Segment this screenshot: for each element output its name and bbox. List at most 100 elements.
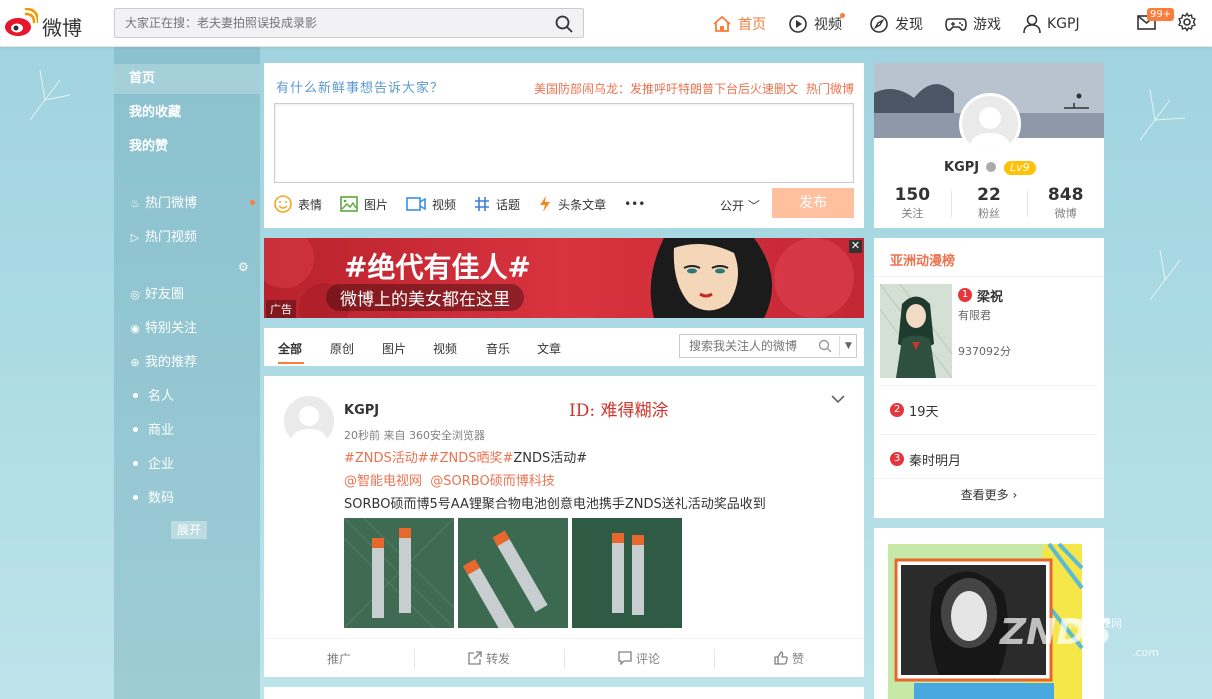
stat-followers[interactable]: 22 粉丝 [950,185,1028,221]
nav-user[interactable]: KGPJ [1023,14,1080,34]
divider [880,434,1098,435]
sidebar-item-special[interactable]: ◉ 特别关注 [114,314,260,344]
lightning-icon [540,196,551,212]
feed-search-input[interactable] [680,335,810,357]
chevron-down-icon[interactable] [831,394,845,404]
sidebar-item-likes[interactable]: 我的赞 [114,132,260,162]
topic-tool[interactable]: 话题 [474,196,520,213]
nav-home[interactable]: 首页 [712,14,766,34]
nav-game[interactable]: 游戏 [945,14,1001,34]
sidebar-item-hot-video[interactable]: ▷ 热门视频 [114,223,260,253]
profile-name[interactable]: KGPJ [944,160,979,175]
action-label: 评论 [635,651,660,666]
nav-discover-label: 发现 [895,16,923,33]
divider [880,385,1098,386]
post-image[interactable] [572,518,682,628]
comment-button[interactable]: 评论 [564,639,714,677]
sidebar-item-business[interactable]: 商业 [114,416,260,446]
level-badge: Lv9 [1004,161,1036,175]
smiley-icon [274,195,292,213]
sidebar-item-hot-weibo[interactable]: ♨ 热门微博 [114,189,260,219]
post-image-grid [344,518,686,628]
woman-illustration-icon [650,238,854,318]
ranking-item-name[interactable]: 梁祝 [977,286,1003,305]
hot-news-link[interactable]: 美国防部闹乌龙：发推呼吁特朗普下台后火速删文 [534,82,798,96]
visibility-select[interactable]: 公开 ﹀ [720,197,760,214]
play-icon: ▷ [130,231,140,244]
sidebar-item-friends[interactable]: ◎ 好友圈 [114,280,260,310]
dropdown-arrow-icon[interactable]: ▼ [839,336,857,356]
next-feed-card [264,687,864,699]
sidebar-item-digital[interactable]: 数码 [114,484,260,514]
avatar[interactable] [284,396,334,446]
battery-photo-icon [458,518,568,628]
ranking-item-name[interactable]: 19天 [909,401,939,420]
sidebar-label: 特别关注 [145,321,198,336]
robot-badge-icon [986,162,996,172]
ranking-title[interactable]: 亚洲动漫榜 [890,250,955,269]
stat-number: 848 [1047,185,1084,205]
default-avatar-icon [962,96,1018,152]
video-tool[interactable]: 视频 [406,196,456,213]
close-icon[interactable]: ✕ [849,240,862,253]
weibo-eye-icon [5,8,38,36]
post-image[interactable] [344,518,454,628]
avatar[interactable] [959,93,1021,155]
tab-all[interactable]: 全部 [278,340,302,357]
chevron-right-icon: › [1012,488,1018,502]
sidebar-item-favorites[interactable]: 我的收藏 [114,98,260,128]
image-tool[interactable]: 图片 [340,196,388,213]
tab-videos[interactable]: 视频 [433,340,457,357]
post-author[interactable]: KGPJ [344,403,379,418]
bullet-icon [133,461,138,466]
ad-subtitle: 微博上的美女都在这里 [326,284,524,311]
battery-photo-icon [344,518,454,628]
expand-button[interactable]: 展开 [171,521,207,539]
weibo-logo[interactable]: 微博 [4,6,104,40]
stat-following[interactable]: 150 关注 [874,185,951,221]
hot-weibo-link[interactable]: 热门微博 [806,82,854,96]
stat-posts[interactable]: 848 微博 [1027,185,1104,221]
emoji-tool[interactable]: 表情 [274,195,322,213]
visibility-label: 公开 [720,199,745,213]
tab-original[interactable]: 原创 [330,340,354,357]
sidebar-item-home[interactable]: 首页 [114,64,260,94]
nav-discover[interactable]: 发现 [869,14,923,34]
search-box [114,8,584,38]
publish-button[interactable]: 发布 [772,188,854,218]
hashtag-icon [475,197,490,211]
settings-button[interactable] [1177,12,1197,35]
mention-link[interactable]: @智能电视网 [344,474,422,489]
anime-girl-icon [880,284,952,378]
tab-images[interactable]: 图片 [382,340,406,357]
ranking-item-name[interactable]: 秦时明月 [909,450,961,469]
mention-link[interactable]: @SORBO硕而博科技 [430,474,554,489]
more-tools-button[interactable]: ••• [624,197,645,211]
composer-title: 有什么新鲜事想告诉大家？ [276,81,445,96]
repost-button[interactable]: 转发 [414,639,564,677]
tab-articles[interactable]: 文章 [537,340,561,357]
search-icon[interactable] [818,339,832,353]
stat-number: 22 [977,185,1001,205]
sidebar-item-recommend[interactable]: ⊕ 我的推荐 [114,348,260,378]
ranking-cover-image[interactable] [880,284,952,378]
search-input[interactable] [115,9,535,37]
post-image[interactable] [458,518,568,628]
ad-banner[interactable]: #绝代有佳人# 微博上的美女都在这里 广告 ✕ [264,238,864,318]
search-icon[interactable] [555,15,573,33]
nav-video[interactable]: 视频 [788,13,847,34]
ad-tag: 广告 [266,300,296,318]
tab-music[interactable]: 音乐 [486,340,510,357]
see-more-link[interactable]: 查看更多 › [874,486,1104,503]
stat-label: 关注 [901,207,924,220]
article-tool[interactable]: 头条文章 [538,195,606,213]
like-button[interactable]: 赞 [714,639,864,677]
sidebar-item-celebrity[interactable]: 名人 [114,382,260,412]
sidebar-gear-icon[interactable]: ⚙ [238,260,249,274]
sidebar-item-enterprise[interactable]: 企业 [114,450,260,480]
promote-button[interactable]: 推广 [264,639,414,677]
ranking-item-author: 有限君 [958,309,991,322]
sidebar-label: 商业 [148,423,175,438]
composer-textarea[interactable] [274,103,854,183]
hashtag-link[interactable]: #ZNDS活动##ZNDS晒奖# [344,451,513,466]
